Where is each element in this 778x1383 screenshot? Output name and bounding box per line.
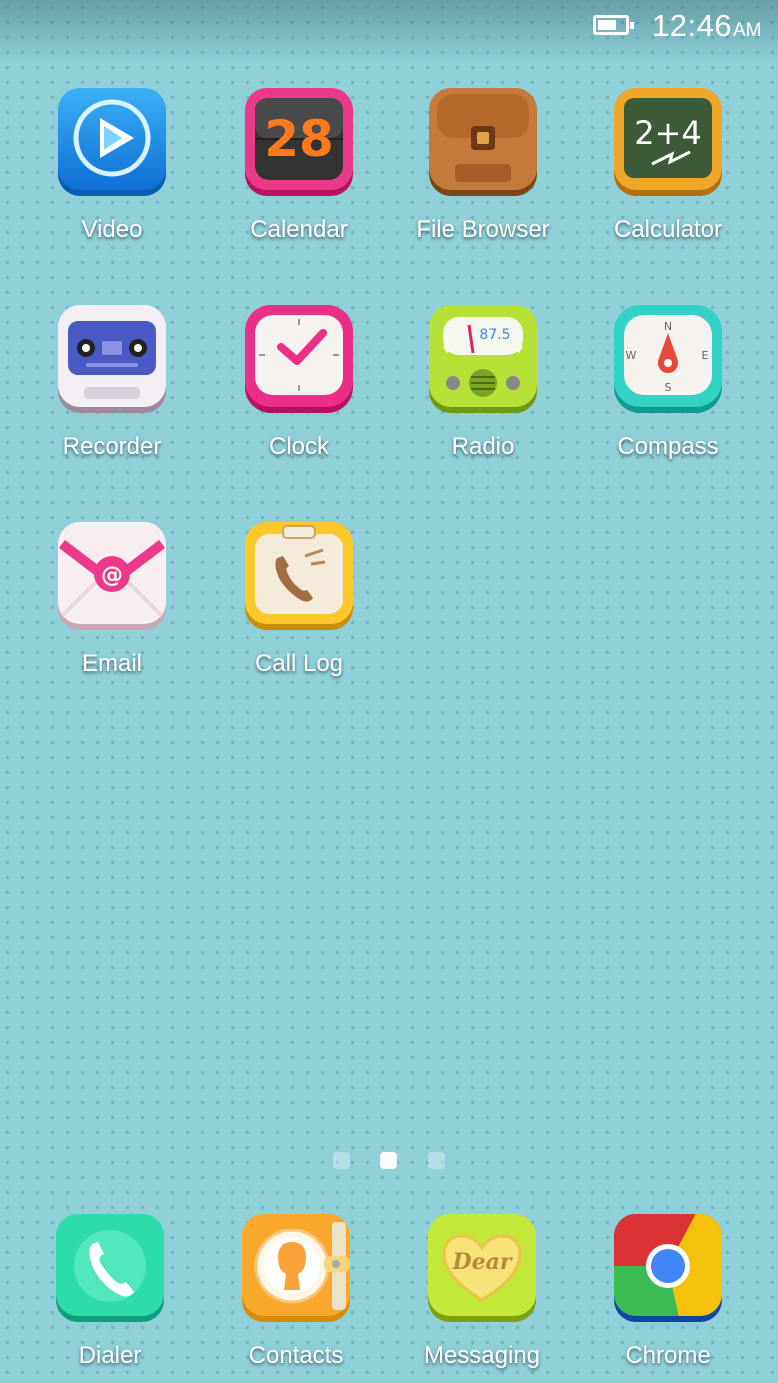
calculator-icon: 2+4 bbox=[612, 86, 724, 198]
status-bar: 12:46 AM bbox=[0, 0, 778, 62]
app-clock[interactable]: Clock bbox=[214, 303, 384, 461]
app-label: Calendar bbox=[250, 216, 348, 243]
clock-icon bbox=[243, 303, 355, 415]
call-log-icon bbox=[243, 520, 355, 632]
app-label: Recorder bbox=[62, 433, 162, 460]
app-file-browser[interactable]: File Browser bbox=[398, 86, 568, 244]
app-label: Video bbox=[81, 216, 143, 243]
app-calendar[interactable]: 28 Calendar bbox=[214, 86, 384, 244]
page-dot-active[interactable] bbox=[380, 1152, 397, 1169]
app-video[interactable]: Video bbox=[27, 86, 197, 244]
messaging-icon: Dear bbox=[426, 1212, 538, 1324]
calendar-icon: 28 bbox=[243, 86, 355, 198]
app-label: Clock bbox=[268, 433, 329, 460]
app-compass[interactable]: N E S W Compass bbox=[583, 303, 753, 461]
compass-east: E bbox=[702, 349, 709, 362]
chrome-icon bbox=[612, 1212, 724, 1324]
app-email[interactable]: @ Email bbox=[27, 520, 197, 678]
dock-messaging[interactable]: Dear Messaging bbox=[397, 1212, 567, 1370]
status-ampm: AM bbox=[733, 20, 762, 41]
app-label: Messaging bbox=[423, 1342, 541, 1369]
app-label: Chrome bbox=[625, 1342, 711, 1369]
app-calculator[interactable]: 2+4 Calculator bbox=[583, 86, 753, 244]
app-call-log[interactable]: Call Log bbox=[214, 520, 384, 678]
dock-chrome[interactable]: Chrome bbox=[583, 1212, 753, 1370]
dock-contacts[interactable]: Contacts bbox=[211, 1212, 381, 1370]
app-label: Call Log bbox=[254, 650, 344, 677]
app-label: Radio bbox=[451, 433, 515, 460]
file-browser-icon bbox=[427, 86, 539, 198]
dock-dialer[interactable]: Dialer bbox=[25, 1212, 195, 1370]
app-label: Compass bbox=[617, 433, 719, 460]
dialer-icon bbox=[54, 1212, 166, 1324]
compass-icon: N E S W bbox=[612, 303, 724, 415]
calendar-date: 28 bbox=[264, 110, 334, 168]
radio-icon: 87.5 bbox=[427, 303, 539, 415]
page-indicator bbox=[333, 1152, 447, 1172]
app-label: Contacts bbox=[248, 1342, 344, 1369]
contacts-icon bbox=[240, 1212, 352, 1324]
calculator-expression: 2+4 bbox=[634, 114, 702, 152]
page-dot[interactable] bbox=[428, 1152, 445, 1169]
compass-north: N bbox=[664, 320, 672, 333]
app-label: File Browser bbox=[416, 216, 550, 243]
page-dot[interactable] bbox=[333, 1152, 350, 1169]
app-radio[interactable]: 87.5 Radio bbox=[398, 303, 568, 461]
video-icon bbox=[56, 86, 168, 198]
app-label: Dialer bbox=[78, 1342, 142, 1369]
recorder-icon bbox=[56, 303, 168, 415]
messaging-heart-text: Dear bbox=[452, 1249, 513, 1275]
email-at-sign: @ bbox=[101, 563, 123, 588]
compass-west: W bbox=[626, 349, 637, 362]
compass-south: S bbox=[665, 381, 672, 394]
status-time: 12:46 bbox=[652, 8, 733, 43]
app-label: Calculator bbox=[613, 216, 723, 243]
email-icon: @ bbox=[56, 520, 168, 632]
radio-frequency: 87.5 bbox=[479, 327, 510, 343]
app-recorder[interactable]: Recorder bbox=[27, 303, 197, 461]
app-label: Email bbox=[81, 650, 142, 677]
battery-icon bbox=[593, 15, 634, 35]
